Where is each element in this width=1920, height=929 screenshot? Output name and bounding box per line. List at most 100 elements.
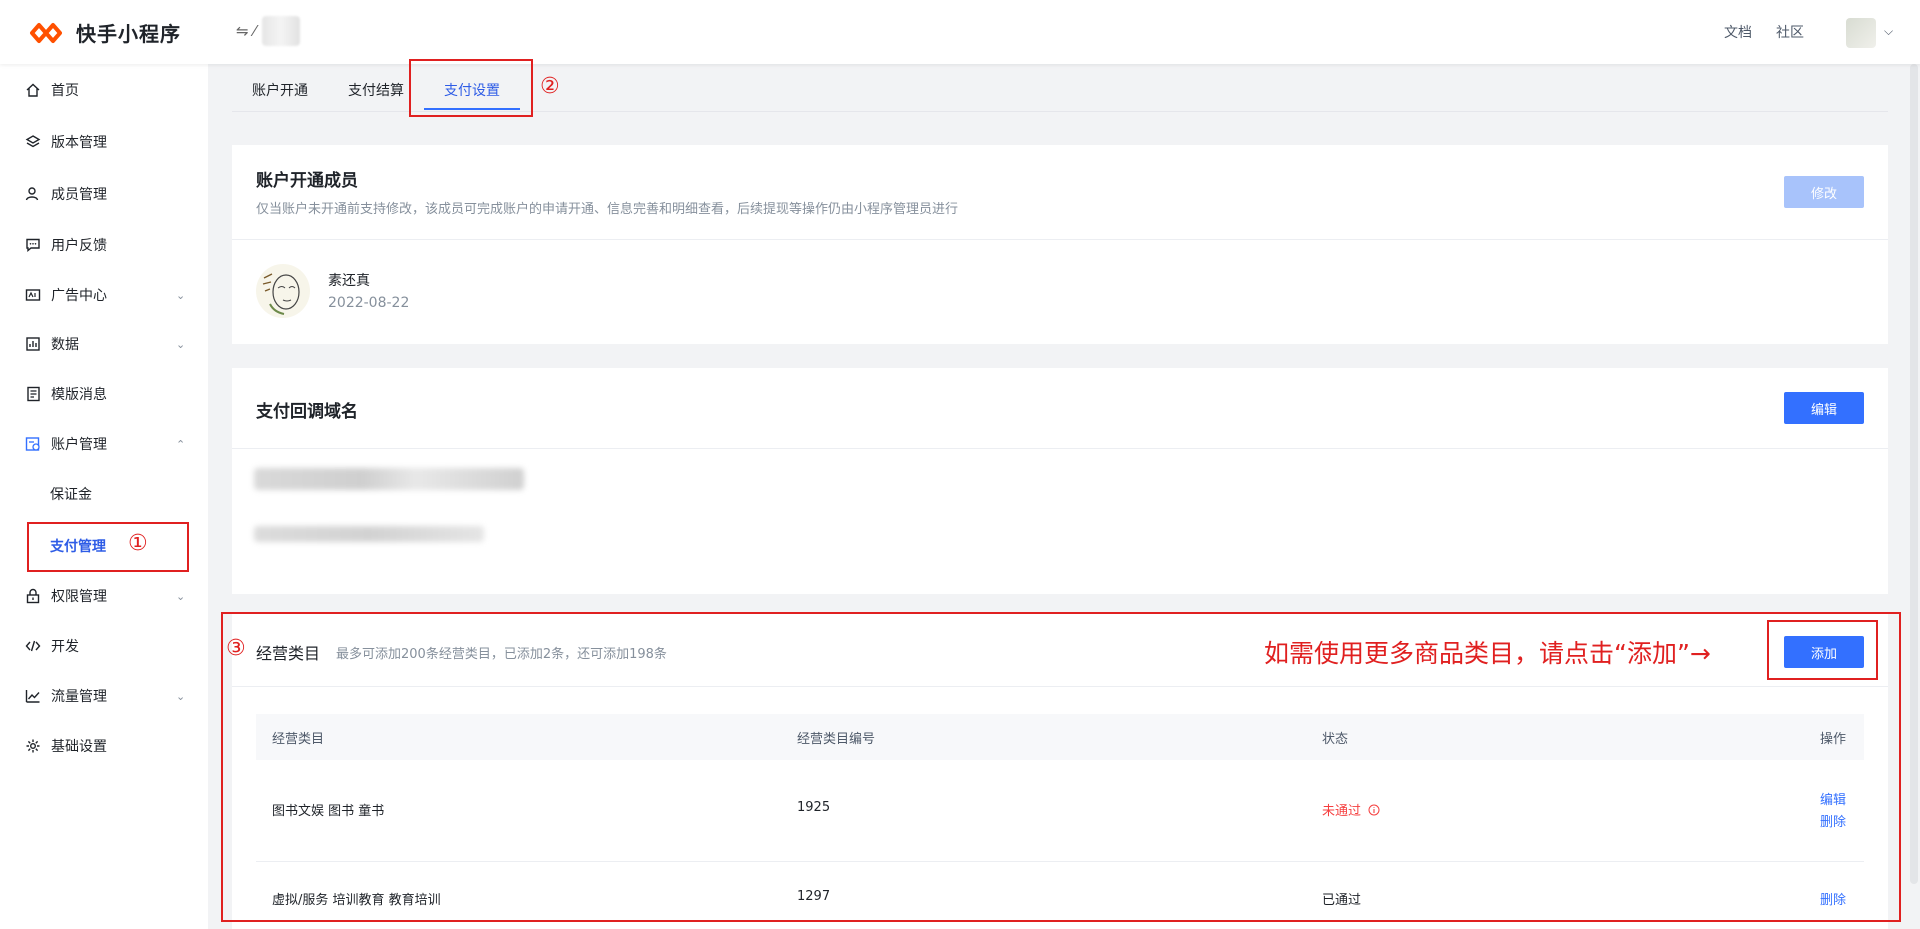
top-header: 快手小程序 ⇋ ⁄ 文档 社区 ⌵ [0,0,1920,64]
row-code: 1925 [797,800,831,815]
tab-payment-settings[interactable]: 支付设置 [444,80,500,100]
sidebar-item-label: 数据 [51,337,79,353]
switch-app-icon[interactable]: ⇋ ⁄ [236,22,256,40]
chart-icon [24,335,42,353]
code-icon [24,637,42,655]
annotation-number-2: ② [540,74,560,99]
chevron-down-icon: ⌄ [176,689,186,703]
member-date: 2022-08-22 [328,295,410,311]
trend-icon [24,687,42,705]
app-logo[interactable]: 快手小程序 [28,18,181,47]
table-header: 经营类目 经营类目编号 状态 操作 [256,714,1864,760]
divider [232,686,1888,687]
app-name-redacted [262,16,300,46]
sidebar-item-label: 用户反馈 [51,238,107,254]
delete-link[interactable]: 删除 [1820,811,1846,830]
chevron-down-icon: ⌄ [176,288,186,302]
layers-icon [24,133,42,151]
sidebar-item-label: 广告中心 [51,288,107,304]
user-avatar[interactable] [1846,18,1876,48]
sidebar-item-account[interactable]: 账户管理 ⌃ [0,424,208,464]
tab-bar: 账户开通 支付结算 支付设置 [232,64,1888,112]
community-link[interactable]: 社区 [1776,22,1804,42]
chevron-up-icon: ⌃ [176,437,186,451]
col-category: 经营类目 [272,732,325,747]
sidebar-item-label: 账户管理 [51,437,107,453]
edit-link[interactable]: 编辑 [1820,789,1846,808]
kuaishou-logo-icon [30,22,62,43]
status-badge: 未通过 [1322,800,1380,819]
sidebar-item-label: 流量管理 [51,689,107,705]
logo-text: 快手小程序 [76,22,181,46]
member-card-desc: 仅当账户未开通前支持修改，该成员可完成账户的申请开通、信息完善和明细查看，后续提… [256,202,959,217]
row-divider [256,861,1864,862]
sidebar-item-label: 成员管理 [51,187,107,203]
sidebar-item-ads[interactable]: 广告中心 ⌄ [0,275,208,315]
tab-underline [424,108,520,110]
member-card: 账户开通成员 仅当账户未开通前支持修改，该成员可完成账户的申请开通、信息完善和明… [232,145,1888,344]
col-status: 状态 [1322,732,1349,747]
tab-account-open[interactable]: 账户开通 [252,80,308,100]
sidebar-item-versions[interactable]: 版本管理 [0,122,208,162]
sidebar-item-permissions[interactable]: 权限管理 ⌄ [0,576,208,616]
sidebar-item-label: 支付管理 [50,539,106,555]
sidebar-item-data[interactable]: 数据 ⌄ [0,324,208,364]
sidebar: 首页 版本管理 成员管理 用户反馈 广告中心 ⌄ 数据 ⌄ 模版消息 账户管理 … [0,64,208,929]
add-category-button[interactable]: 添加 [1784,636,1864,668]
sidebar-item-feedback[interactable]: 用户反馈 [0,225,208,265]
lock-icon [24,587,42,605]
callback-domain-card: 支付回调域名 编辑 [232,368,1888,594]
sidebar-item-label: 模版消息 [51,387,107,403]
annotation-hint: 如需使用更多商品类目，请点击“添加”→ [1264,639,1711,668]
category-card-note: 最多可添加200条经营类目，已添加2条，还可添加198条 [336,647,667,662]
sidebar-item-develop[interactable]: 开发 [0,626,208,666]
page-scrollbar[interactable] [1910,64,1918,884]
sidebar-item-payment[interactable]: 支付管理 [0,526,208,566]
category-card-title: 经营类目 [256,644,321,663]
edit-domain-button[interactable]: 编辑 [1784,392,1864,424]
chevron-down-icon: ⌄ [176,337,186,351]
docs-link[interactable]: 文档 [1724,22,1752,42]
sidebar-item-traffic[interactable]: 流量管理 ⌄ [0,676,208,716]
sidebar-item-deposit[interactable]: 保证金 [0,474,208,514]
template-icon [24,385,42,403]
ad-icon [24,286,42,304]
redacted-domain-1 [254,468,524,490]
sidebar-item-members[interactable]: 成员管理 [0,174,208,214]
sidebar-item-label: 权限管理 [51,589,107,605]
sidebar-item-label: 版本管理 [51,135,107,151]
callback-card-title: 支付回调域名 [256,402,358,422]
status-text: 已通过 [1322,893,1362,908]
row-category: 图书文娱 图书 童书 [272,804,385,819]
col-actions: 操作 [1820,732,1847,747]
member-name: 素还真 [328,273,370,289]
delete-link[interactable]: 删除 [1820,889,1846,908]
annotation-number-3: ③ [226,636,246,661]
annotation-number-1: ① [128,531,148,556]
chevron-down-icon: ⌄ [176,589,186,603]
home-icon [24,81,42,99]
divider [232,239,1888,240]
tab-settlement[interactable]: 支付结算 [348,80,404,100]
avatar [256,264,310,318]
row-category: 虚拟/服务 培训教育 教育培训 [272,893,441,908]
gear-icon [24,737,42,755]
modify-button[interactable]: 修改 [1784,176,1864,208]
redacted-domain-2 [254,526,484,542]
sidebar-item-home[interactable]: 首页 [0,70,208,110]
sidebar-item-label: 基础设置 [51,739,107,755]
sidebar-item-settings[interactable]: 基础设置 [0,726,208,766]
sidebar-item-label: 保证金 [50,487,92,503]
sidebar-item-label: 首页 [51,83,79,99]
divider [232,448,1888,449]
account-icon [24,435,42,453]
category-card: 经营类目 最多可添加200条经营类目，已添加2条，还可添加198条 如需使用更多… [232,614,1888,929]
user-icon [24,185,42,203]
sidebar-item-template-msg[interactable]: 模版消息 [0,374,208,414]
status-text: 未通过 [1322,804,1362,819]
sidebar-item-label: 开发 [51,639,79,655]
col-code: 经营类目编号 [797,732,876,747]
chevron-down-icon[interactable]: ⌵ [1884,24,1893,39]
message-icon [24,236,42,254]
info-circle-icon[interactable] [1368,804,1380,816]
